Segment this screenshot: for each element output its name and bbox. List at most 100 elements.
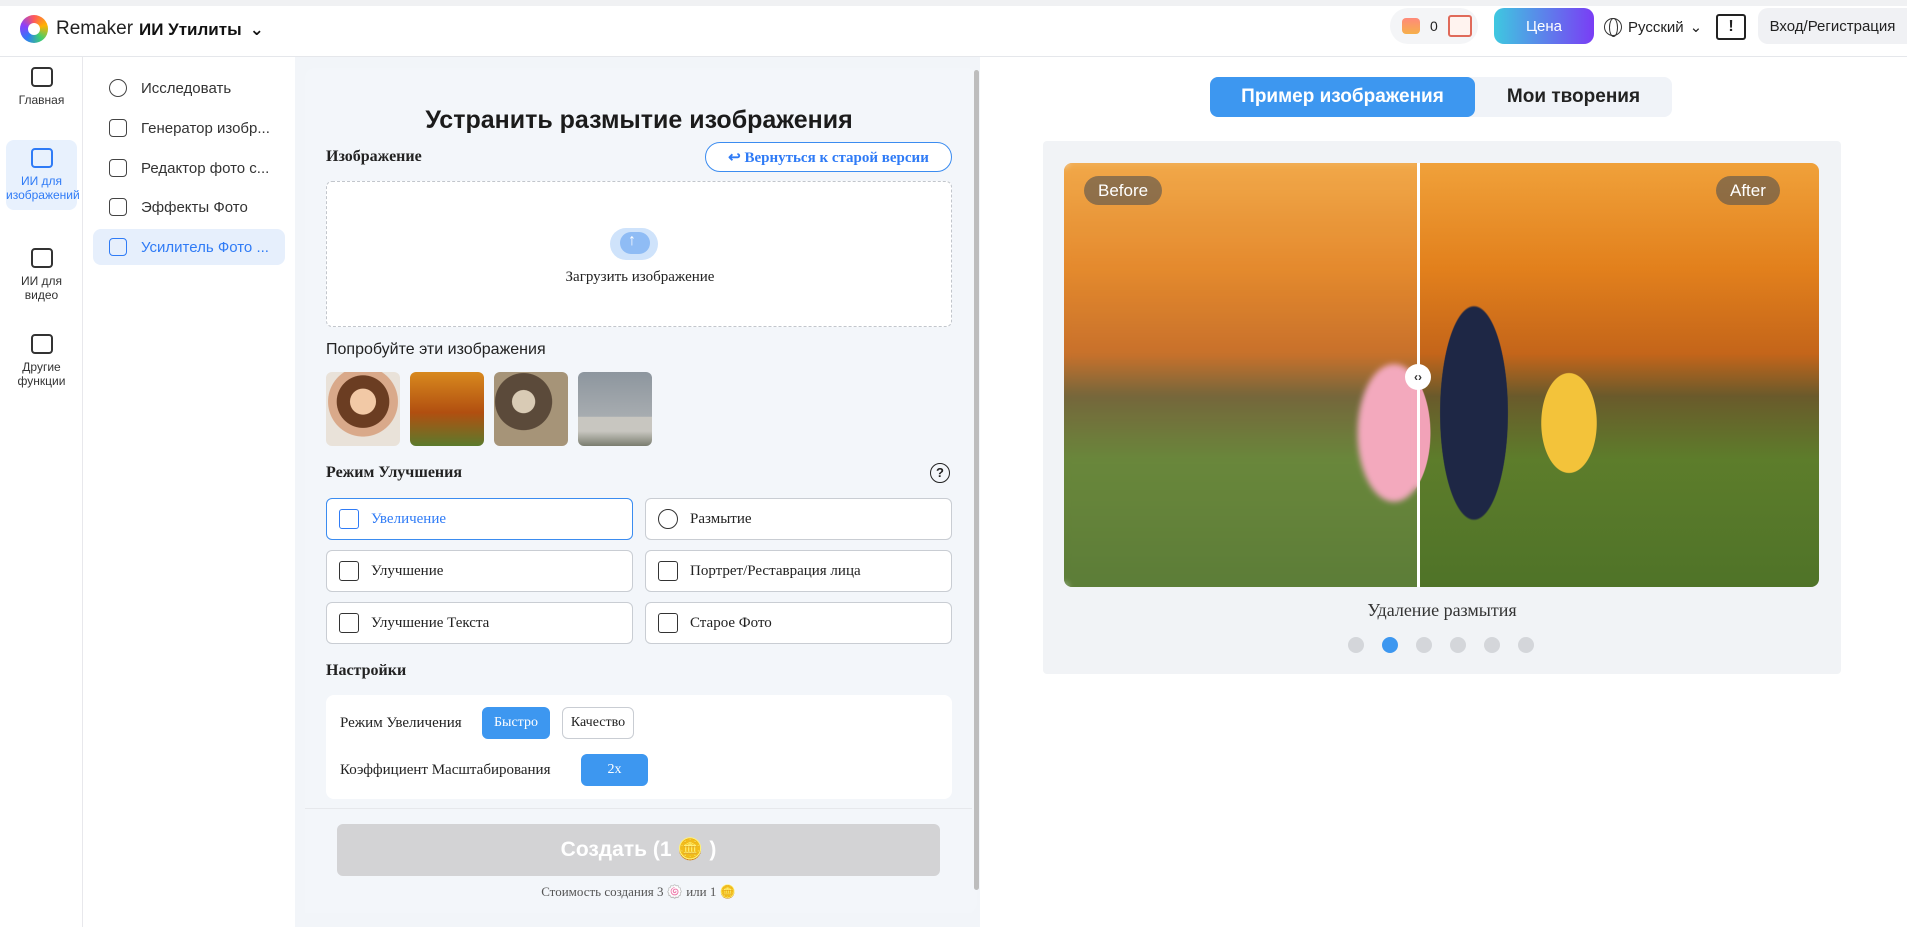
before-blurred-half: [1064, 163, 1418, 587]
language-selector[interactable]: Русский ⌄: [1604, 18, 1703, 37]
sample-image-family[interactable]: [410, 372, 484, 446]
before-after-photo[interactable]: [1064, 163, 1819, 587]
credits-count: 0: [1430, 18, 1438, 34]
return-arrow-icon: ↩: [728, 149, 741, 166]
image-section-label: Изображение: [326, 148, 422, 165]
after-tag: After: [1716, 176, 1780, 205]
logo-text: Remaker: [56, 18, 134, 39]
upload-text: Загрузить изображение: [565, 269, 715, 285]
subnav-item-label: Генератор изобр...: [141, 119, 270, 137]
login-register-button[interactable]: Вход/Регистрация: [1758, 8, 1907, 44]
edit-image-icon: [109, 159, 127, 177]
subnav-item-photo-enhancer[interactable]: Усилитель Фото ...: [93, 229, 285, 265]
mode-label: Старое Фото: [690, 614, 772, 631]
upload-dropzone[interactable]: ↑ Загрузить изображение: [326, 181, 952, 327]
subnav-item-image-generator[interactable]: Генератор изобр...: [93, 110, 285, 146]
settings-label: Настройки: [326, 662, 407, 679]
rail-item-ai-video[interactable]: ИИ для видео: [6, 248, 77, 302]
rail-item-other[interactable]: Другие функции: [6, 334, 77, 388]
rail-item-ai-image[interactable]: ИИ для изображений: [6, 140, 80, 210]
rail-item-label: Главная: [18, 93, 65, 107]
subnav-item-label: Эффекты Фото: [141, 198, 248, 216]
image-icon: [30, 148, 53, 168]
mode-enhance-button[interactable]: Улучшение: [326, 550, 633, 592]
subnav-item-photo-editor[interactable]: Редактор фото с...: [93, 150, 285, 186]
ai-tools-menu-label: ИИ Утилиты: [139, 20, 242, 39]
sample-images-label: Попробуйте эти изображения: [326, 341, 546, 358]
carousel-dot[interactable]: [1450, 637, 1466, 653]
chevron-down-icon: ⌄: [1689, 19, 1703, 36]
preview-tabs: Пример изображения Мои творения: [1210, 77, 1672, 117]
price-button[interactable]: Цена: [1494, 8, 1594, 44]
mode-label: Улучшение Текста: [371, 614, 490, 631]
subnav-item-photo-effects[interactable]: Эффекты Фото: [93, 189, 285, 225]
cost-text: Стоимость создания 3 🍥 или 1 🪙: [541, 884, 736, 899]
image-icon: [109, 119, 127, 137]
upscale-fast-button[interactable]: Быстро: [482, 707, 550, 739]
compass-icon: [109, 79, 127, 97]
grid-icon: [109, 198, 127, 216]
sub-navigation: Исследовать Генератор изобр... Редактор …: [84, 57, 294, 927]
example-caption: Удаление размытия: [1367, 600, 1517, 620]
mode-text-enhance-button[interactable]: Улучшение Текста: [326, 602, 633, 644]
old-version-label: Вернуться к старой версии: [744, 149, 929, 166]
globe-icon: [1604, 18, 1622, 37]
sample-image-portrait[interactable]: [326, 372, 400, 446]
subnav-item-label: Усилитель Фото ...: [141, 238, 269, 256]
language-label: Русский: [1628, 18, 1684, 36]
credits-widget[interactable]: 0: [1390, 8, 1478, 44]
tab-my-creations[interactable]: Мои творения: [1475, 77, 1672, 117]
home-icon: [30, 67, 53, 87]
feedback-icon[interactable]: !: [1716, 14, 1746, 40]
carousel-dot[interactable]: [1484, 637, 1500, 653]
mode-old-photo-button[interactable]: Старое Фото: [645, 602, 952, 644]
create-button[interactable]: Создать (1 🪙 ): [337, 824, 940, 876]
chevron-down-icon: ⌄: [249, 20, 264, 39]
mode-label: Улучшение: [371, 562, 444, 579]
face-icon: [658, 561, 678, 581]
scale-factor-2x-button[interactable]: 2x: [581, 754, 648, 786]
expand-icon: [339, 509, 359, 529]
cloud-upload-icon: ↑: [596, 218, 678, 264]
scale-factor-label: Коэффициент Масштабирования: [340, 762, 551, 778]
ai-tools-menu[interactable]: ИИ Утилиты ⌄: [139, 20, 264, 40]
subnav-item-label: Редактор фото с...: [141, 159, 270, 177]
rail-item-label: ИИ для видео: [20, 274, 63, 302]
sample-image-building[interactable]: [578, 372, 652, 446]
text-icon: [339, 613, 359, 633]
panel-scrollbar[interactable]: [974, 70, 979, 890]
subnav-item-label: Исследовать: [141, 79, 232, 97]
tab-example-image[interactable]: Пример изображения: [1210, 77, 1475, 117]
old-version-button[interactable]: ↩ Вернуться к старой версии: [705, 142, 952, 172]
grid-icon: [30, 334, 53, 354]
mode-label: Увеличение: [371, 510, 447, 527]
rail-item-home[interactable]: Главная: [6, 67, 77, 107]
carousel-dots: [1348, 637, 1534, 653]
sample-image-old-photo[interactable]: [494, 372, 568, 446]
rail-item-label: ИИ для изображений: [6, 174, 80, 202]
upscale-quality-button[interactable]: Качество: [562, 707, 634, 739]
mode-face-restore-button[interactable]: Портрет/Реставрация лица: [645, 550, 952, 592]
help-icon[interactable]: ?: [930, 463, 950, 483]
carousel-dot-active[interactable]: [1382, 637, 1398, 653]
drag-handle-icon[interactable]: ‹›: [1405, 364, 1431, 390]
carousel-dot[interactable]: [1416, 637, 1432, 653]
carousel-dot[interactable]: [1348, 637, 1364, 653]
free-gift-icon[interactable]: [1447, 15, 1472, 37]
credits-icon: [1402, 18, 1420, 34]
logo[interactable]: Remaker: [20, 15, 133, 43]
eye-icon: [658, 509, 678, 529]
carousel-dot[interactable]: [1518, 637, 1534, 653]
magic-wand-icon: [109, 238, 127, 256]
mode-upscale-button[interactable]: Увеличение: [326, 498, 633, 540]
magic-wand-icon: [339, 561, 359, 581]
enhancement-mode-label: Режим Улучшения: [326, 464, 463, 481]
page-title: Устранить размытие изображения: [425, 106, 853, 134]
video-icon: [30, 248, 53, 268]
mode-deblur-button[interactable]: Размытие: [645, 498, 952, 540]
subnav-item-explore[interactable]: Исследовать: [93, 70, 285, 106]
left-rail: Главная ИИ для изображений ИИ для видео …: [0, 57, 83, 927]
mode-label: Портрет/Реставрация лица: [690, 562, 861, 579]
rail-item-label: Другие функции: [17, 360, 66, 388]
image-icon: [658, 613, 678, 633]
